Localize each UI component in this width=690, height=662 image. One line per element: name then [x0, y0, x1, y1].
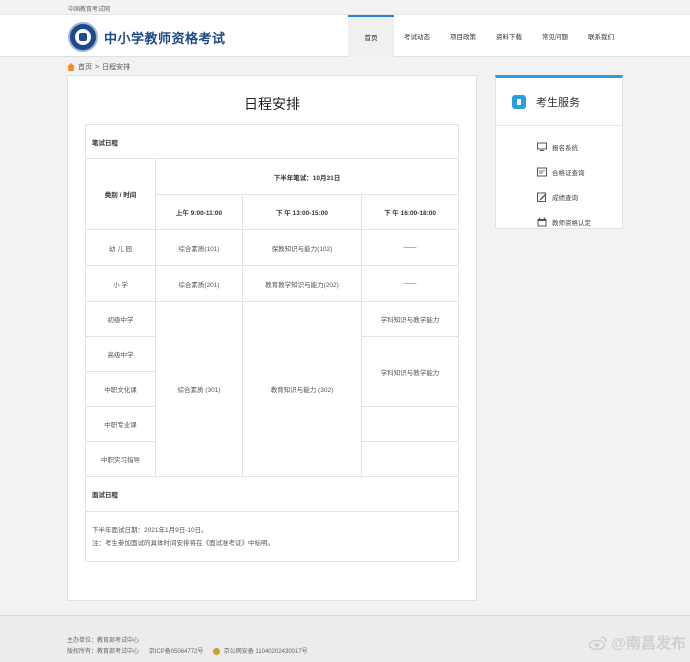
service-label: 报名系统 — [552, 144, 578, 152]
cell-subject-teaching: 学科知识与教学能力 — [361, 336, 459, 407]
services-title: 考生服务 — [536, 96, 580, 109]
nav-faq[interactable]: 常见问题 — [532, 15, 578, 57]
category-primary: 小 学 — [85, 265, 156, 302]
site-footer: 主办单位：教育部考试中心 版权所有：教育部考试中心 京ICP备05064772号… — [0, 615, 690, 662]
slot-morning: 上午 9:00-11:00 — [155, 194, 243, 230]
table-row: 初级中学 综合素质 (301) 教育知识与能力 (302) 学科知识与教学能力 — [85, 301, 459, 477]
interview-note: 注：考生参加面试的具体时间安排将在《面试准考证》中标明。 — [92, 539, 274, 547]
service-label: 合格证查询 — [552, 169, 585, 177]
nav-home[interactable]: 首页 — [348, 15, 394, 57]
site-logo[interactable]: 中小学教师资格考试 — [68, 22, 226, 52]
section-interview-label: 面试日程 — [85, 476, 459, 512]
section-written-label: 笔试日程 — [85, 124, 459, 159]
schedule-table: 笔试日程 类别 / 时间 下半年笔试：10月31日 上午 9:00-11:00 … — [85, 124, 459, 562]
nav-exam-news[interactable]: 考试动态 — [394, 15, 440, 57]
service-qualification[interactable]: 教师资格认定 — [496, 209, 622, 234]
police-badge-icon — [213, 647, 221, 655]
weibo-icon — [589, 635, 608, 650]
category-kindergarten: 幼 儿 园 — [85, 229, 156, 266]
services-header: 考生服务 — [496, 78, 622, 126]
breadcrumb-current: 日程安排 — [102, 64, 131, 71]
cell-subject: 保教知识与能力(102) — [242, 229, 362, 266]
watermark-text: @南昌发布 — [611, 635, 686, 652]
slot-afternoon-1: 下 午 13:00-15:00 — [242, 194, 362, 230]
breadcrumb-separator: > — [95, 63, 100, 71]
edit-icon — [537, 192, 547, 202]
nav-contact[interactable]: 联系我们 — [578, 15, 624, 57]
site-title: 中小学教师资格考试 — [104, 30, 226, 46]
candidate-services-panel: 考生服务 报名系统 合格证查询 成绩查询 教师资格认定 — [495, 75, 623, 229]
service-certificate[interactable]: 合格证查询 — [496, 159, 622, 184]
top-bar: 中国教育考试网 — [0, 0, 690, 15]
slot-afternoon-2: 下 午 16:00-18:00 — [361, 194, 459, 230]
interview-notes: 下半年面试日期：2021年1月9日-10日。 注：考生参加面试的具体时间安排将在… — [85, 511, 459, 562]
exam-date-header: 下半年笔试：10月31日 — [155, 158, 459, 195]
service-scores[interactable]: 成绩查询 — [496, 184, 622, 209]
nav-downloads[interactable]: 资料下载 — [486, 15, 532, 57]
monitor-icon — [537, 142, 547, 151]
calendar-icon — [537, 217, 547, 226]
breadcrumb: 首页 > 日程安排 — [67, 62, 130, 72]
category-junior-middle: 初级中学 — [85, 301, 156, 337]
category-vocational-culture: 中职文化课 — [85, 371, 156, 407]
cell-subject: 教育教学知识与能力(202) — [242, 265, 362, 302]
top-bar-text: 中国教育考试网 — [68, 7, 111, 13]
cell-none: —— — [361, 229, 459, 266]
table-row: 小 学 综合素质(201) 教育教学知识与能力(202) —— — [85, 265, 459, 302]
table-row: 笔试日程 — [85, 124, 459, 159]
breadcrumb-home[interactable]: 首页 — [78, 62, 92, 72]
footer-copyright: 版权所有：教育部考试中心 — [67, 649, 140, 655]
footer-sponsor: 主办单位：教育部考试中心 — [67, 638, 140, 644]
content-panel: 日程安排 笔试日程 类别 / 时间 下半年笔试：10月31日 上午 9:00-1… — [67, 75, 477, 601]
category-header: 类别 / 时间 — [85, 158, 156, 230]
site-header: 中小学教师资格考试 首页 考试动态 项目政策 资料下载 常见问题 联系我们 — [0, 15, 690, 57]
category-vocational-major: 中职专业课 — [85, 406, 156, 442]
certificate-icon — [537, 167, 547, 176]
table-row: 类别 / 时间 下半年笔试：10月31日 — [85, 158, 459, 230]
cell-empty — [361, 441, 459, 477]
page-title: 日程安排 — [244, 96, 300, 112]
home-icon — [67, 63, 75, 71]
service-registration[interactable]: 报名系统 — [496, 134, 622, 159]
cell-none: —— — [361, 265, 459, 302]
cell-subject: 综合素质(201) — [155, 265, 243, 302]
emblem-icon — [68, 22, 98, 52]
category-senior-middle: 高级中学 — [85, 336, 156, 372]
nav-policies[interactable]: 项目政策 — [440, 15, 486, 57]
footer-icp[interactable]: 京ICP备05064772号 — [149, 649, 204, 655]
service-label: 教师资格认定 — [552, 219, 591, 227]
service-label: 成绩查询 — [552, 194, 578, 202]
footer-copyright-line: 版权所有：教育部考试中心 京ICP备05064772号 京公网安备 110402… — [67, 646, 308, 655]
services-icon — [512, 94, 526, 109]
watermark: @南昌发布 — [589, 632, 686, 653]
cell-subject: 综合素质(101) — [155, 229, 243, 266]
table-row: 面试日程 — [85, 476, 459, 512]
main-nav: 首页 考试动态 项目政策 资料下载 常见问题 联系我们 — [348, 15, 624, 57]
interview-date: 下半年面试日期：2021年1月9日-10日。 — [92, 526, 208, 534]
category-vocational-practice: 中职实习指导 — [85, 441, 156, 477]
cell-empty — [361, 406, 459, 442]
cell-merged-general: 综合素质 (301) — [155, 301, 243, 477]
cell-merged-knowledge: 教育知识与能力 (302) — [242, 301, 362, 477]
table-row: 下半年面试日期：2021年1月9日-10日。 注：考生参加面试的具体时间安排将在… — [85, 511, 459, 562]
footer-police[interactable]: 京公网安备 11040202430017号 — [224, 649, 308, 655]
cell-subject-teaching: 学科知识与教学能力 — [361, 301, 459, 337]
table-row: 幼 儿 园 综合素质(101) 保教知识与能力(102) —— — [85, 229, 459, 266]
